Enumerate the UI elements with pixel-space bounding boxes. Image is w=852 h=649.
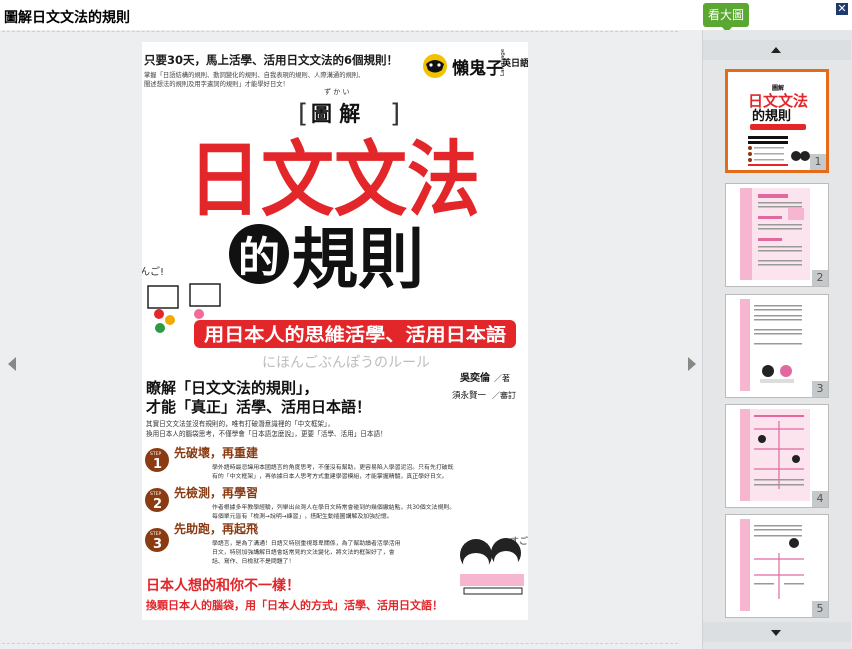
thumbnail-number: 2 xyxy=(812,270,828,286)
svg-text:日文文法: 日文文法 xyxy=(748,92,808,110)
intro-1: 其實日文文法並沒有規則的，唯有打破潛意識裡的「中文框架」， xyxy=(146,419,334,428)
main-title-line-1: 日文文法 xyxy=(188,133,480,228)
main-title-line-2: 規則 xyxy=(292,221,424,298)
thumbnail-5-preview xyxy=(740,519,810,611)
svg-text:學外語時最忌諱用本國語言的角度思考，不僅沒有幫助，更容易陷入: 學外語時最忌諱用本國語言的角度思考，不僅沒有幫助，更容易陷入學習泥沼。只有先打破… xyxy=(212,463,454,471)
cover-subtagline-2: 闡述想法的規則及用字遣詞的規則」才能學好日文！ xyxy=(144,79,289,88)
thumbnail-number: 1 xyxy=(810,154,826,170)
cover-tagline: 只要30天，馬上活學、活用日文文法的6個規則！ xyxy=(144,53,398,67)
headline-2: 才能「真正」活學、活用日本語！ xyxy=(146,398,371,416)
svg-text:每個單元皆有「檢測→說明→練習」，搭配生動插圖講解及加強記憶: 每個單元皆有「檢測→說明→練習」，搭配生動插圖講解及加強記憶。 xyxy=(212,512,393,520)
svg-text:]: ] xyxy=(390,99,400,129)
series-label: 圖 解 xyxy=(311,102,360,126)
reviewer-name: 須永賢一 xyxy=(452,390,487,401)
thumbnail-page-3[interactable]: 3 xyxy=(725,294,829,398)
svg-text:2: 2 xyxy=(153,497,162,512)
thumbnail-number: 3 xyxy=(812,381,828,397)
thumbnail-2-preview xyxy=(740,188,810,280)
closing-2: 換顆日本人的腦袋，用「日本人的方式」活學、活用日文語！ xyxy=(146,598,443,612)
svg-text:的規則: 的規則 xyxy=(752,108,791,124)
svg-text:日文，特別加強講解日語會話常見的文法變化，將文法的框架好了，: 日文，特別加強講解日語會話常見的文法變化，將文法的框架好了，會 xyxy=(212,548,395,556)
intro-2: 換用日本人的腦袋思考，不僅學會「日本語怎麼說」，更要「活學、活用」日本語！ xyxy=(146,429,387,438)
thumbnail-number: 4 xyxy=(812,491,828,507)
window-title: 圖解日文文法的規則 xyxy=(4,10,130,26)
book-cover-page: 只要30天，馬上活學、活用日文文法的6個規則！ 掌握「日語結構的規則、動詞變化的… xyxy=(142,42,528,620)
cover-subtagline-1: 掌握「日語結構的規則、動詞變化的規則、自我表現的規則、人際溝通的規則、 xyxy=(144,70,364,79)
close-button[interactable]: ✕ xyxy=(836,3,848,15)
svg-text:1: 1 xyxy=(153,457,162,472)
svg-text:[: [ xyxy=(298,99,308,129)
title-circle-char: 的 xyxy=(238,233,280,282)
reviewer-role: ／審訂 xyxy=(492,390,516,400)
step-3-title: 先助跑，再起飛 xyxy=(174,521,258,536)
thumbnail-page-4[interactable]: 4 xyxy=(725,404,829,508)
red-banner-text: 用日本人的思維活學、活用日本語 xyxy=(204,324,506,346)
publisher-brand: 懶鬼子 xyxy=(452,58,503,79)
kanji-ruby: ず か い xyxy=(324,87,349,96)
publisher-en: Language xyxy=(500,48,506,76)
nihongo-handwritten: にほんご! xyxy=(142,265,164,278)
svg-text:3: 3 xyxy=(153,537,162,552)
japanese-subtitle: にほんごぶんぽうのルール xyxy=(262,355,430,371)
closing-1: 日本人想的和你不一樣！ xyxy=(146,577,300,594)
thumbnail-page-2[interactable]: 2 xyxy=(725,183,829,287)
svg-text:有的「中文框架」，再依據日本人思考方式重建學習模組，才能掌握: 有的「中文框架」，再依據日本人思考方式重建學習模組，才能掌握精髓，真正學好日文。 xyxy=(212,472,448,480)
headline-1: 瞭解「日文文法的規則」， xyxy=(146,379,319,397)
author-role: ／著 xyxy=(494,373,510,383)
arrow-down-icon xyxy=(771,630,781,636)
scroll-down-button[interactable] xyxy=(703,622,851,642)
svg-text:話、寫作、日檢就不是問題了！: 話、寫作、日檢就不是問題了！ xyxy=(212,557,294,565)
arrow-up-icon xyxy=(771,47,781,53)
thumbnail-1-preview: 圖解 日文文法 的規則 xyxy=(742,76,812,168)
thumbnail-sidebar: 圖解 日文文法 的規則 1 2 3 4 5 xyxy=(702,30,852,649)
svg-text:作者根據多年教學經驗，列舉出台灣人在學日文時常會碰到的幾個繳: 作者根據多年教學經驗，列舉出台灣人在學日文時常會碰到的幾個繳結點，共30個文法規… xyxy=(212,503,455,511)
thumbnail-4-preview xyxy=(740,409,810,501)
enlarge-view-badge[interactable]: 看大圖 xyxy=(703,3,749,33)
scroll-up-button[interactable] xyxy=(703,40,851,60)
svg-text:圖解: 圖解 xyxy=(772,84,784,92)
author-name: 吳奕倫 xyxy=(459,371,491,384)
next-page-arrow-icon[interactable] xyxy=(688,357,696,371)
thumbnail-page-1[interactable]: 圖解 日文文法 的規則 1 xyxy=(725,69,829,173)
step-2-title: 先檢測，再學習 xyxy=(174,485,258,500)
thumbnail-3-preview xyxy=(740,299,810,391)
svg-text:學語言，是為了溝通！日語又特別重視尊卑關係，為了幫助讀者活學: 學語言，是為了溝通！日語又特別重視尊卑關係，為了幫助讀者活學活用 xyxy=(212,539,401,547)
thumbnail-number: 5 xyxy=(812,601,828,617)
step-1-title: 先破壞，再重建 xyxy=(174,445,259,460)
thumbnail-page-5[interactable]: 5 xyxy=(725,514,829,618)
